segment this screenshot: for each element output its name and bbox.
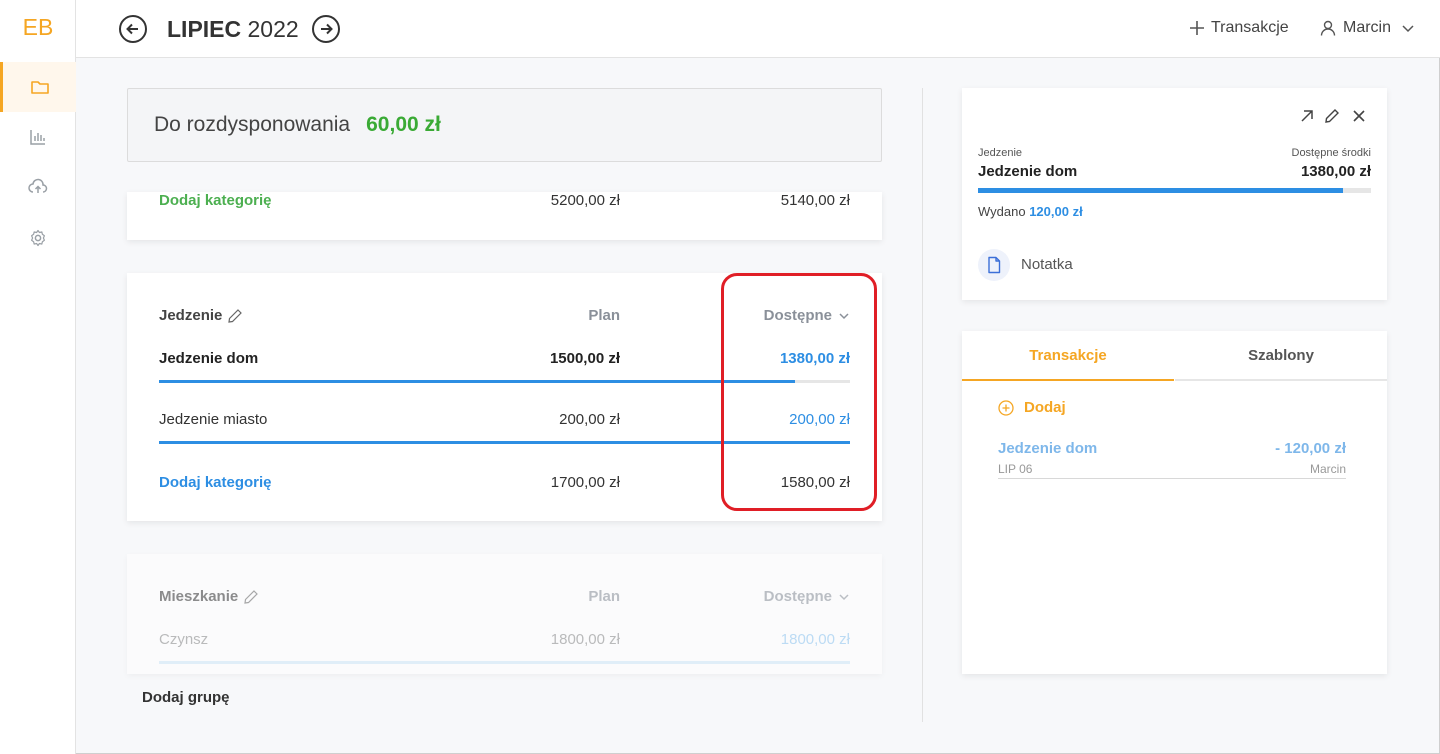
- month-title: LIPIEC 2022: [167, 16, 299, 43]
- group-title[interactable]: Mieszkanie: [159, 588, 259, 605]
- month-name: LIPIEC: [167, 16, 242, 42]
- top-bar: LIPIEC 2022 Transakcje Marcin: [76, 0, 1440, 58]
- progress-fill: [159, 661, 850, 664]
- prev-month-button[interactable]: [119, 15, 147, 43]
- transaction-item[interactable]: Jedzenie dom - 120,00 zł LIP 06 Marcin: [998, 440, 1346, 479]
- month-year: 2022: [241, 16, 299, 42]
- category-plan[interactable]: 1500,00 zł: [550, 350, 620, 367]
- detail-funds-label: Dostępne środki: [1291, 147, 1372, 159]
- progress-fill: [978, 188, 1344, 193]
- tab-templates[interactable]: Szablony: [1175, 331, 1387, 381]
- add-transaction-button[interactable]: Transakcje: [1189, 19, 1289, 37]
- detail-category-name: Jedzenie dom: [978, 163, 1078, 180]
- category-available: 1800,00 zł: [780, 631, 850, 648]
- gear-icon: [31, 229, 45, 247]
- detail-spent: Wydano 120,00 zł: [978, 204, 1083, 219]
- add-transaction-link[interactable]: Dodaj: [998, 399, 1066, 416]
- plan-total: 5200,00 zł: [550, 192, 620, 209]
- arrow-left-icon: [126, 23, 138, 35]
- chart-icon: [30, 130, 45, 145]
- user-name: Marcin: [1343, 19, 1392, 36]
- col-available-text: Dostępne: [763, 588, 832, 605]
- group-card-previous: Dodaj kategorię 5200,00 zł 5140,00 zł: [127, 192, 882, 240]
- add-transaction-label: Transakcje: [1211, 19, 1289, 36]
- sidebar-item-reports[interactable]: [0, 112, 76, 162]
- add-label: Dodaj: [1024, 399, 1066, 416]
- transaction-name: Jedzenie dom: [998, 440, 1098, 457]
- column-divider: [922, 88, 923, 722]
- chevron-down-icon: [1402, 25, 1414, 33]
- arrow-right-icon: [321, 23, 333, 35]
- app-logo[interactable]: EB: [0, 14, 76, 41]
- plus-icon: [1190, 21, 1204, 35]
- spent-value: 120,00 zł: [1029, 204, 1083, 219]
- progress-fill: [159, 380, 795, 383]
- unallocated-summary: Do rozdysponowania 60,00 zł: [127, 88, 882, 162]
- transaction-user: Marcin: [1309, 462, 1346, 476]
- transactions-panel: Transakcje Szablony Dodaj Jedzenie dom -…: [962, 331, 1387, 674]
- category-plan[interactable]: 1800,00 zł: [551, 631, 620, 648]
- group-title-text: Mieszkanie: [159, 588, 239, 605]
- sidebar: EB: [0, 0, 76, 754]
- sidebar-item-budget[interactable]: [0, 62, 76, 112]
- folder-icon: [30, 81, 49, 94]
- group-title-text: Jedzenie: [159, 307, 223, 324]
- detail-group-label: Jedzenie: [978, 147, 1023, 159]
- add-category-link[interactable]: Dodaj kategorię: [159, 192, 272, 209]
- detail-progress-bar: [978, 188, 1371, 193]
- category-name: Czynsz: [159, 631, 209, 648]
- unallocated-label: Do rozdysponowania: [154, 113, 351, 136]
- col-available-header[interactable]: Dostępne: [764, 588, 850, 605]
- transaction-amount: - 120,00 zł: [1275, 440, 1346, 457]
- next-month-button[interactable]: [312, 15, 340, 43]
- add-category-link[interactable]: Dodaj kategorię: [159, 474, 272, 491]
- category-progress-bar: [159, 661, 850, 664]
- add-group-button[interactable]: Dodaj grupę: [142, 689, 230, 706]
- group-title[interactable]: Jedzenie: [159, 307, 243, 324]
- open-external-icon[interactable]: [1299, 108, 1315, 124]
- col-plan-header: Plan: [588, 307, 620, 324]
- note-button[interactable]: [978, 249, 1010, 281]
- plan-total: 1700,00 zł: [550, 474, 620, 491]
- sidebar-item-sync[interactable]: [0, 162, 76, 212]
- close-icon[interactable]: [1351, 108, 1367, 124]
- pencil-icon[interactable]: [243, 589, 259, 605]
- chevron-down-icon: [839, 593, 849, 600]
- transaction-date: LIP 06: [998, 462, 1033, 476]
- col-plan-header: Plan: [588, 588, 620, 605]
- available-total: 5140,00 zł: [780, 192, 850, 209]
- sidebar-item-settings[interactable]: [0, 213, 76, 263]
- highlight-box: [721, 273, 877, 511]
- document-icon: [988, 256, 1001, 274]
- spent-label: Wydano: [978, 204, 1026, 219]
- cloud-upload-icon: [28, 178, 48, 193]
- pencil-icon[interactable]: [1324, 108, 1340, 124]
- group-card-housing: Mieszkanie Plan Dostępne Czynsz 1800,00 …: [127, 554, 882, 674]
- note-label[interactable]: Notatka: [1021, 256, 1073, 273]
- category-detail-panel: Jedzenie Dostępne środki Jedzenie dom 13…: [962, 88, 1387, 300]
- plus-circle-icon: [998, 399, 1014, 416]
- category-name: Jedzenie miasto: [159, 411, 268, 428]
- category-name: Jedzenie dom: [159, 350, 259, 367]
- detail-funds-value: 1380,00 zł: [1300, 163, 1371, 180]
- tab-transactions[interactable]: Transakcje: [962, 331, 1174, 381]
- pencil-icon[interactable]: [227, 308, 243, 324]
- unallocated-value: 60,00 zł: [366, 113, 441, 136]
- category-plan[interactable]: 200,00 zł: [559, 411, 620, 428]
- user-menu[interactable]: Marcin: [1319, 19, 1415, 37]
- user-icon: [1320, 20, 1336, 36]
